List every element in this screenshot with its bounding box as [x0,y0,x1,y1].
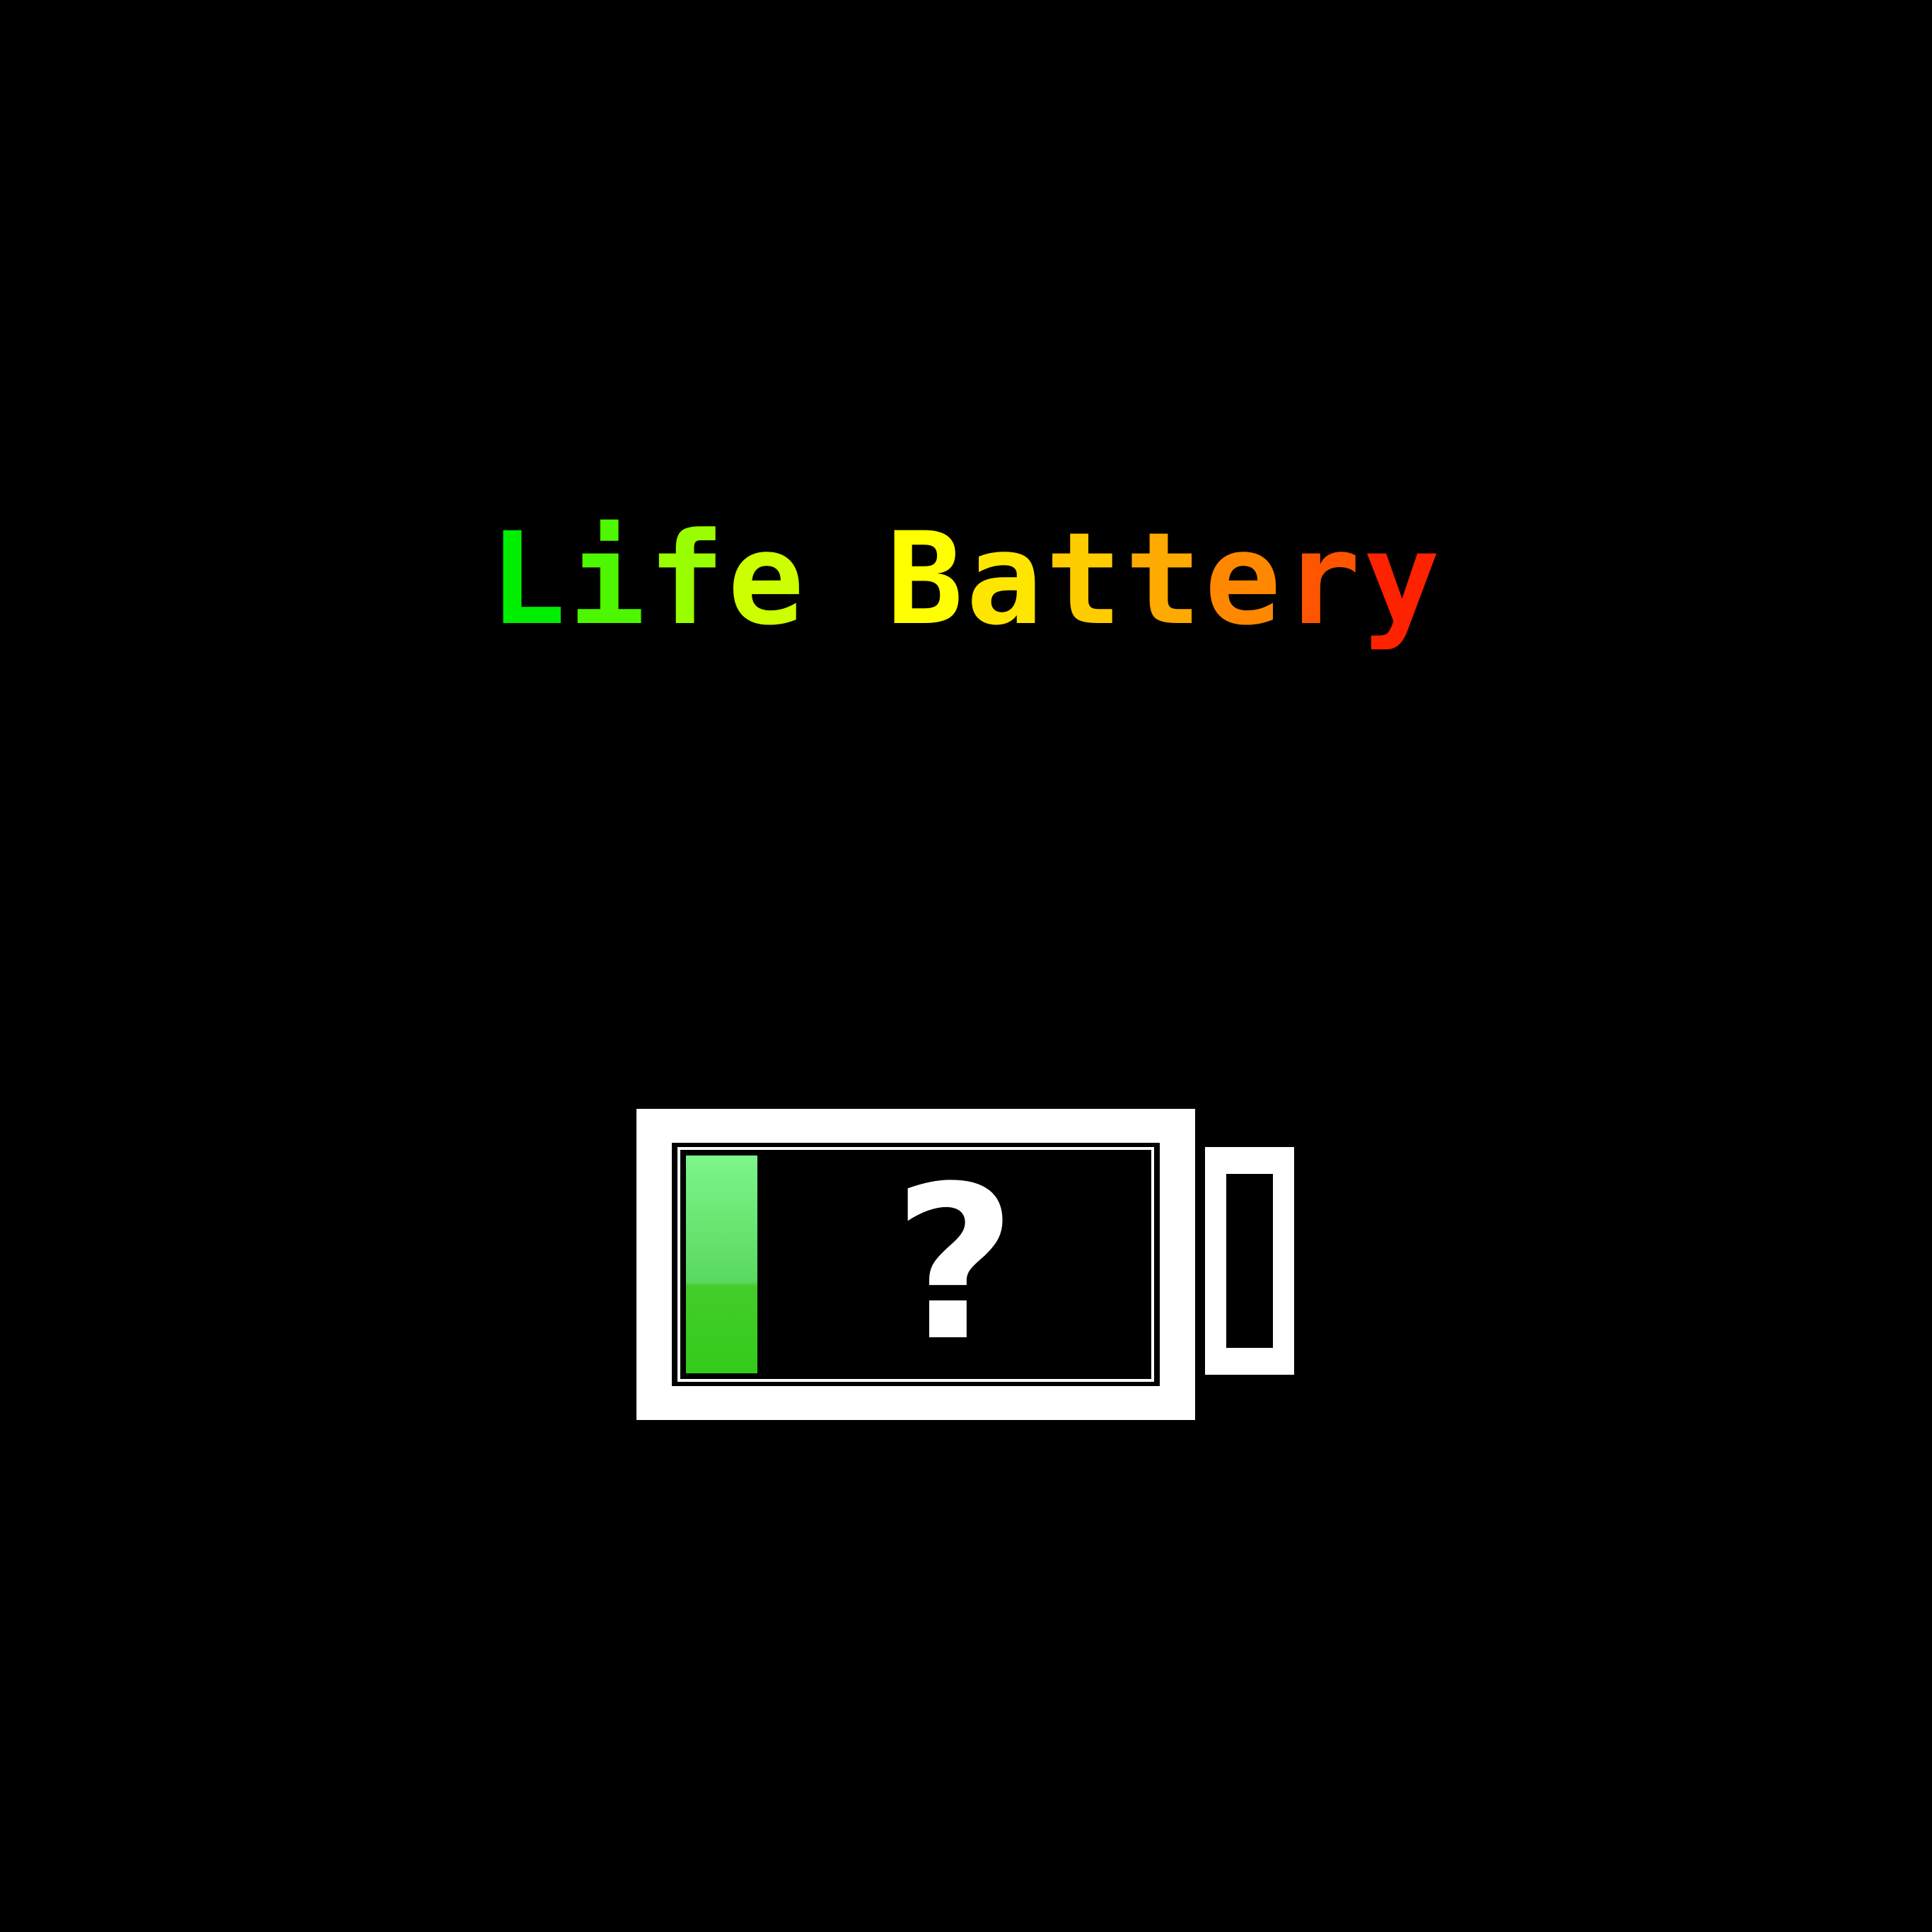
battery-status-symbol: ? [892,1141,1017,1387]
battery-icon: ? [636,1109,1195,1420]
title-letter: f [648,506,728,653]
title-letter: r [1284,506,1363,653]
battery-terminal-cap [1205,1147,1294,1375]
title-letter: e [727,506,808,653]
battery-level-fill [686,1156,757,1373]
title-letter: t [1124,506,1205,653]
title-letter: L [489,506,569,653]
title-letter: B [886,506,966,653]
app-title: Life Battery [0,502,1932,658]
title-letter: a [966,506,1046,653]
title-letter: e [1204,506,1284,653]
title-letter: y [1363,506,1443,653]
title-space [807,502,886,658]
title-letter: t [1045,506,1125,653]
title-letter: i [569,506,648,653]
splash-screen: Life Battery ? [0,0,1932,1932]
